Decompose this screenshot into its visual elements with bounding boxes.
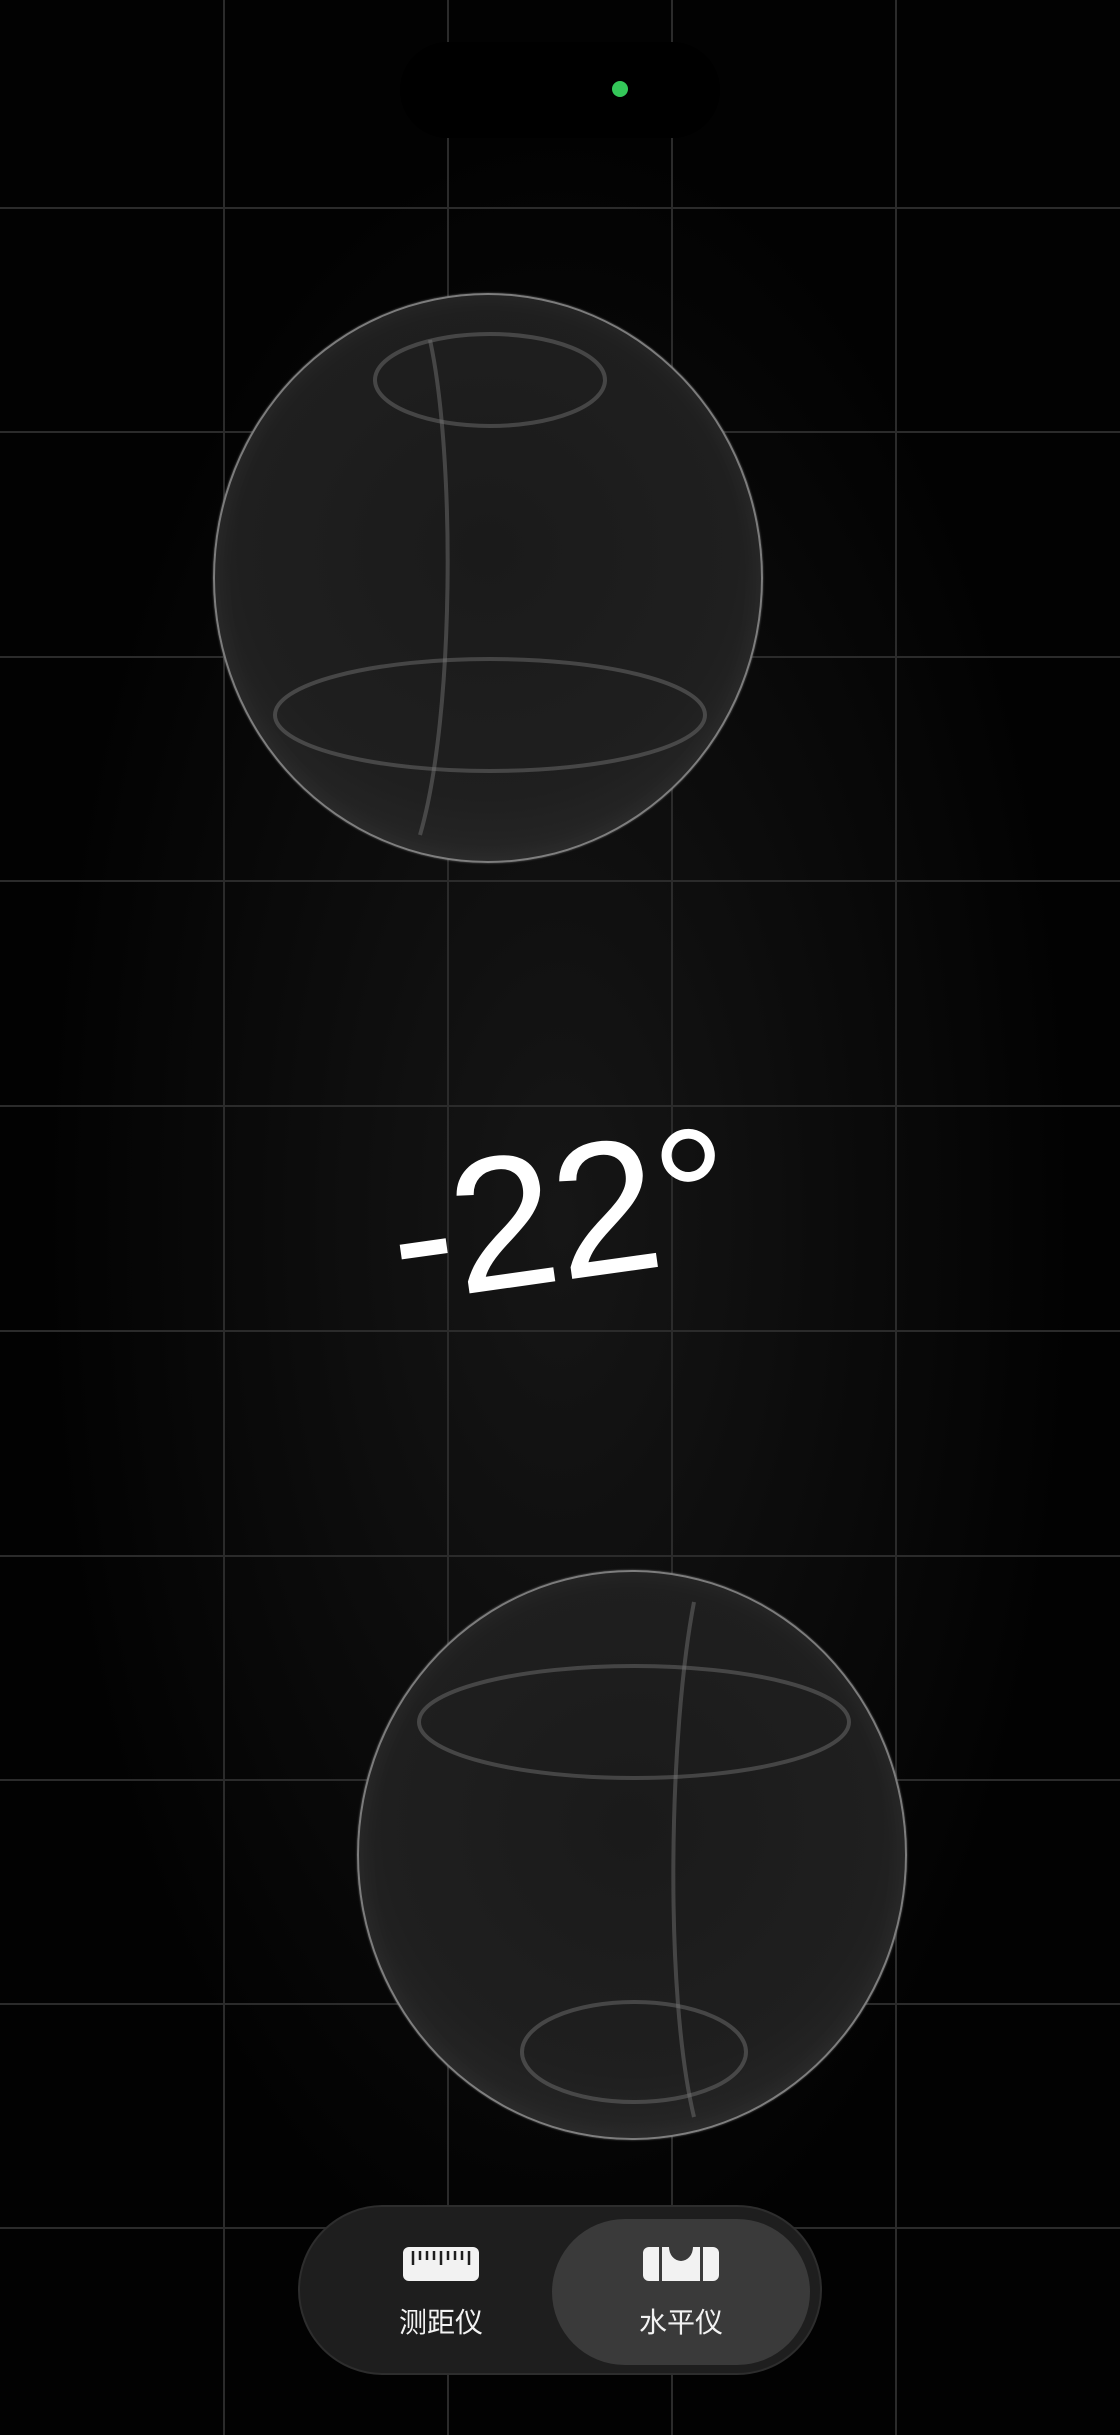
mode-tab-bar: 测距仪 水平仪 xyxy=(298,2205,822,2375)
level-screen: -22° 测距仪 水平仪 xyxy=(0,0,1120,2435)
level-icon xyxy=(643,2247,719,2281)
camera-indicator-icon xyxy=(612,81,628,97)
tab-level-label: 水平仪 xyxy=(638,2306,723,2339)
level-bubble-bottom xyxy=(357,1570,907,2140)
tab-measure-label: 测距仪 xyxy=(398,2306,483,2339)
tab-measure[interactable]: 测距仪 xyxy=(312,2219,570,2365)
ruler-icon xyxy=(403,2247,479,2281)
tab-level[interactable]: 水平仪 xyxy=(552,2219,810,2365)
dynamic-island xyxy=(400,42,720,138)
level-bubble-top xyxy=(213,293,763,863)
